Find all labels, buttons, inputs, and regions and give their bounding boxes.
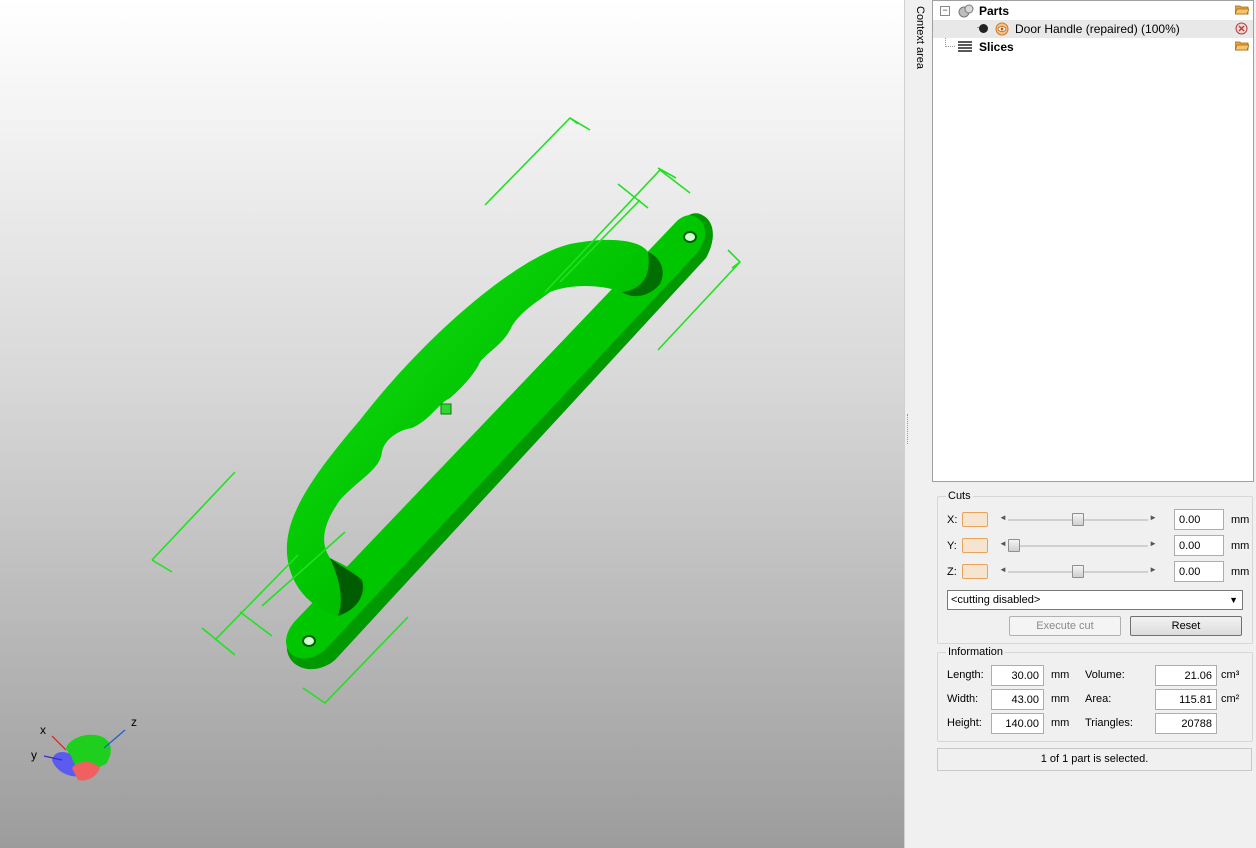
tree-connector bbox=[945, 46, 955, 47]
reset-button[interactable]: Reset bbox=[1130, 616, 1242, 636]
cut-x-slider[interactable]: ◄ ► bbox=[996, 513, 1160, 527]
volume-value: 21.06 bbox=[1155, 665, 1217, 686]
axis-y-label: y bbox=[31, 748, 37, 762]
context-area-tab[interactable]: Context area bbox=[910, 0, 932, 848]
tree-item-slices[interactable]: Slices bbox=[933, 38, 1253, 56]
slices-icon bbox=[958, 41, 972, 52]
cut-z-color[interactable] bbox=[962, 564, 988, 579]
tree-item-door-handle[interactable]: Door Handle (repaired) (100%) bbox=[933, 20, 1253, 38]
cut-x-thumb[interactable] bbox=[1072, 513, 1084, 526]
cut-y-thumb[interactable] bbox=[1008, 539, 1020, 552]
part-status-dot-icon bbox=[979, 24, 988, 33]
properties-panel: Cuts X: ◄ ► 0.00 mm Y: ◄ ► 0.00 mm Z: ◄ … bbox=[932, 484, 1256, 848]
handle-grip[interactable] bbox=[286, 239, 662, 616]
cut-y-slider[interactable]: ◄ ► bbox=[996, 539, 1160, 553]
area-unit: cm² bbox=[1221, 693, 1240, 705]
cut-x-input[interactable]: 0.00 bbox=[1174, 509, 1224, 530]
slices-label: Slices bbox=[979, 40, 1014, 54]
collapse-icon[interactable]: − bbox=[940, 6, 950, 16]
open-folder-icon[interactable] bbox=[1235, 40, 1249, 51]
parts-icon bbox=[958, 4, 974, 18]
volume-label: Volume: bbox=[1085, 669, 1125, 681]
information-group: Information Length: 30.00 mm Width: 43.0… bbox=[937, 646, 1253, 742]
parts-tree[interactable]: − Parts Door Handle (repaired) (100%) Sl… bbox=[932, 0, 1254, 482]
height-value: 140.00 bbox=[991, 713, 1044, 734]
cut-z-input[interactable]: 0.00 bbox=[1174, 561, 1224, 582]
screw-hole-bottom bbox=[302, 635, 316, 647]
cuts-title: Cuts bbox=[946, 490, 973, 502]
context-area-label: Context area bbox=[914, 6, 926, 69]
volume-unit: cm³ bbox=[1221, 669, 1240, 681]
triangles-label: Triangles: bbox=[1085, 717, 1133, 729]
slider-track bbox=[1008, 545, 1148, 547]
cut-y-unit: mm bbox=[1231, 540, 1250, 552]
remove-part-icon[interactable] bbox=[1235, 22, 1248, 35]
slider-right-arrow-icon[interactable]: ► bbox=[1149, 539, 1157, 548]
slider-right-arrow-icon[interactable]: ► bbox=[1149, 565, 1157, 574]
part-item-label: Door Handle (repaired) (100%) bbox=[1015, 22, 1180, 36]
length-label: Length: bbox=[947, 669, 984, 681]
height-unit: mm bbox=[1051, 717, 1070, 729]
axis-x-label: x bbox=[40, 723, 46, 737]
execute-cut-button[interactable]: Execute cut bbox=[1009, 616, 1121, 636]
triangles-value: 20788 bbox=[1155, 713, 1217, 734]
cut-x-color[interactable] bbox=[962, 512, 988, 527]
chevron-down-icon[interactable]: ▼ bbox=[1229, 595, 1238, 605]
cut-x-label: X: bbox=[947, 514, 958, 526]
cut-mode-value: <cutting disabled> bbox=[951, 594, 1041, 606]
visibility-eye-icon[interactable] bbox=[995, 22, 1009, 36]
width-label: Width: bbox=[947, 693, 979, 705]
height-label: Height: bbox=[947, 717, 982, 729]
cut-x-unit: mm bbox=[1231, 514, 1250, 526]
length-unit: mm bbox=[1051, 669, 1070, 681]
axis-z-label: z bbox=[131, 715, 137, 729]
length-value: 30.00 bbox=[991, 665, 1044, 686]
cut-z-unit: mm bbox=[1231, 566, 1250, 578]
slider-left-arrow-icon[interactable]: ◄ bbox=[999, 539, 1007, 548]
cut-y-label: Y: bbox=[947, 540, 957, 552]
cut-z-label: Z: bbox=[947, 566, 957, 578]
slider-left-arrow-icon[interactable]: ◄ bbox=[999, 513, 1007, 522]
3d-viewport[interactable]: x y z bbox=[0, 0, 904, 848]
cuts-group: Cuts X: ◄ ► 0.00 mm Y: ◄ ► 0.00 mm Z: ◄ … bbox=[937, 490, 1253, 644]
parts-label: Parts bbox=[979, 4, 1010, 18]
cut-z-thumb[interactable] bbox=[1072, 565, 1084, 578]
cut-y-color[interactable] bbox=[962, 538, 988, 553]
selection-status: 1 of 1 part is selected. bbox=[937, 748, 1252, 771]
area-label: Area: bbox=[1085, 693, 1112, 705]
information-title: Information bbox=[946, 646, 1006, 658]
area-value: 115.81 bbox=[1155, 689, 1217, 710]
width-unit: mm bbox=[1051, 693, 1070, 705]
slider-left-arrow-icon[interactable]: ◄ bbox=[999, 565, 1007, 574]
selection-handle[interactable] bbox=[440, 403, 452, 415]
cut-z-slider[interactable]: ◄ ► bbox=[996, 565, 1160, 579]
axis-gizmo bbox=[43, 729, 126, 781]
cut-y-input[interactable]: 0.00 bbox=[1174, 535, 1224, 556]
tree-item-parts[interactable]: − Parts bbox=[933, 2, 1253, 20]
width-value: 43.00 bbox=[991, 689, 1044, 710]
model-scene[interactable]: x y z bbox=[0, 0, 904, 848]
slider-right-arrow-icon[interactable]: ► bbox=[1149, 513, 1157, 522]
cut-mode-select[interactable]: <cutting disabled> ▼ bbox=[947, 590, 1243, 610]
screw-hole-top bbox=[683, 231, 697, 243]
open-folder-icon[interactable] bbox=[1235, 4, 1249, 15]
